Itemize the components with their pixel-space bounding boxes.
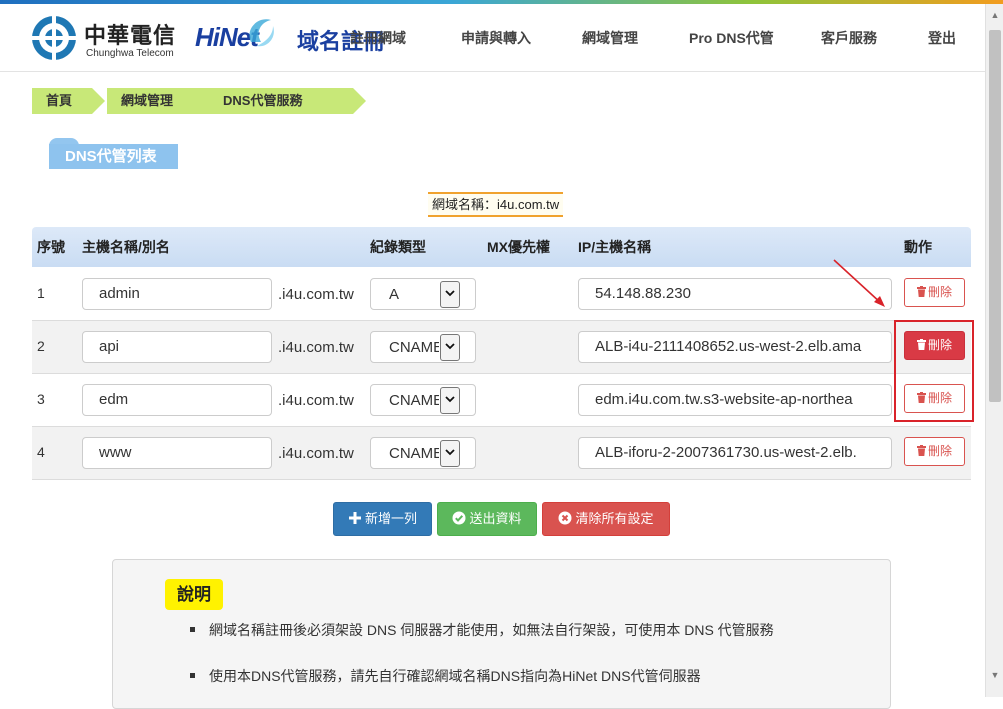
breadcrumb-dns-hosting[interactable]: DNS代管服務 (209, 88, 366, 114)
record-type-select[interactable]: CNAME (370, 437, 476, 469)
delete-button[interactable]: 刪除 (904, 278, 965, 307)
add-row-button[interactable]: 新增一列 (333, 502, 432, 536)
header-mx: MX優先權 (487, 239, 550, 255)
record-type-value: A (389, 286, 400, 303)
table-row: 4 www .i4u.com.tw CNAME ALB-iforu-2-2007… (32, 427, 971, 480)
chevron-down-icon[interactable] (440, 387, 460, 414)
chevron-down-icon[interactable] (440, 334, 460, 361)
submit-button[interactable]: 送出資料 (437, 502, 537, 536)
ip-host-input[interactable]: edm.i4u.com.tw.s3-website-ap-northea (578, 384, 892, 416)
delete-button[interactable]: 刪除 (904, 437, 965, 466)
header-type: 紀錄類型 (370, 239, 426, 255)
nav-pro-dns[interactable]: Pro DNS代管 (689, 28, 774, 48)
record-type-value: CNAME (389, 339, 439, 356)
nav-domain-management[interactable]: 網域管理 (582, 28, 638, 48)
times-circle-icon (558, 511, 572, 525)
notes-title: 說明 (165, 579, 223, 610)
scroll-down-arrow-icon[interactable]: ▼ (986, 666, 1003, 684)
header-seq: 序號 (37, 239, 65, 255)
clear-all-label: 清除所有設定 (575, 511, 654, 526)
hinet-swirl-icon (249, 19, 274, 47)
domain-suffix: .i4u.com.tw (278, 392, 354, 409)
row-seq: 4 (37, 444, 45, 460)
host-input[interactable]: admin (82, 278, 272, 310)
chunghwa-mark-icon (30, 14, 78, 62)
breadcrumb-home[interactable]: 首頁 (32, 88, 105, 114)
host-input[interactable]: api (82, 331, 272, 363)
clear-all-button[interactable]: 清除所有設定 (542, 502, 670, 536)
section-title: DNS代管列表 (49, 144, 178, 169)
record-type-value: CNAME (389, 445, 439, 462)
section-title-tag: DNS代管列表 (49, 138, 178, 169)
record-type-value: CNAME (389, 392, 439, 409)
host-input[interactable]: edm (82, 384, 272, 416)
scroll-up-arrow-icon[interactable]: ▲ (986, 6, 1003, 24)
annotation-arrow-icon (833, 259, 885, 307)
ip-host-input[interactable]: ALB-iforu-2-2007361730.us-west-2.elb. (578, 437, 892, 469)
vertical-scrollbar[interactable]: ▲ ▼ (985, 4, 1003, 697)
nav-register-domain[interactable]: 註冊網域 (350, 28, 406, 48)
site-header: 中華電信 Chunghwa Telecom HiNet 域名註冊 註冊網域 申請… (0, 4, 985, 72)
record-type-select[interactable]: CNAME (370, 384, 476, 416)
header-ip: IP/主機名稱 (578, 239, 652, 255)
chunghwa-name: 中華電信 (84, 24, 177, 49)
chevron-down-icon[interactable] (440, 440, 460, 467)
delete-label: 刪除 (927, 444, 952, 458)
nav-customer-service[interactable]: 客戶服務 (821, 28, 877, 48)
header-action: 動作 (904, 239, 932, 255)
ip-host-input[interactable]: ALB-i4u-2111408652.us-west-2.elb.ama (578, 331, 892, 363)
record-type-select[interactable]: CNAME (370, 331, 476, 363)
trash-icon (916, 286, 926, 297)
annotation-highlight-box (894, 320, 974, 422)
row-seq: 1 (37, 285, 45, 301)
table-row: 3 edm .i4u.com.tw CNAME edm.i4u.com.tw.s… (32, 374, 971, 427)
submit-label: 送出資料 (469, 511, 522, 526)
record-type-select[interactable]: A (370, 278, 476, 310)
add-row-label: 新增一列 (364, 511, 417, 526)
nav-apply-transfer[interactable]: 申請與轉入 (461, 28, 531, 48)
delete-label: 刪除 (927, 285, 952, 299)
plus-icon (348, 512, 361, 524)
scrollbar-thumb[interactable] (989, 30, 1001, 402)
trash-icon (916, 445, 926, 456)
note-item: 網域名稱註冊後必須架設 DNS 伺服器才能使用，如無法自行架設，可使用本 DNS… (190, 620, 859, 640)
notes-panel: 說明 網域名稱註冊後必須架設 DNS 伺服器才能使用，如無法自行架設，可使用本 … (112, 559, 891, 709)
host-input[interactable]: www (82, 437, 272, 469)
row-seq: 3 (37, 391, 45, 407)
nav-logout[interactable]: 登出 (928, 28, 956, 48)
chunghwa-english-name: Chunghwa Telecom (86, 48, 174, 59)
domain-suffix: .i4u.com.tw (278, 445, 354, 462)
table-row: 2 api .i4u.com.tw CNAME ALB-i4u-21114086… (32, 321, 971, 374)
domain-suffix: .i4u.com.tw (278, 286, 354, 303)
domain-suffix: .i4u.com.tw (278, 339, 354, 356)
chunghwa-logo[interactable]: 中華電信 Chunghwa Telecom (30, 14, 180, 64)
row-seq: 2 (37, 338, 45, 354)
note-item: 使用本DNS代管服務，請先自行確認網域名稱DNS指向為HiNet DNS代管伺服… (190, 666, 859, 686)
chevron-down-icon[interactable] (440, 281, 460, 308)
domain-name-label: 網域名稱：i4u.com.tw (428, 192, 564, 217)
check-circle-icon (452, 511, 466, 525)
header-host: 主機名稱/別名 (82, 239, 170, 255)
